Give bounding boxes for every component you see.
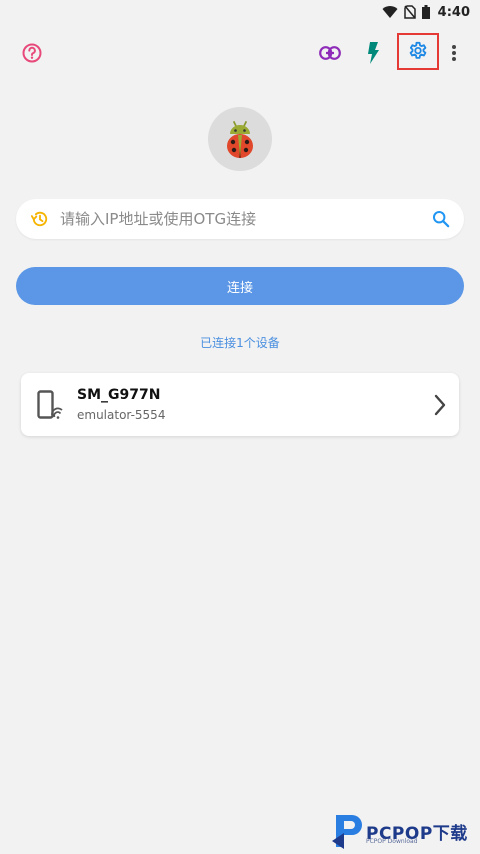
status-bar: 4:40 (0, 0, 480, 24)
more-button[interactable] (434, 33, 474, 73)
device-name: SM_G977N (77, 387, 161, 403)
connected-device-count: 已连接1个设备 (200, 336, 280, 350)
link-button[interactable] (310, 33, 350, 73)
chevron-right-icon (434, 394, 446, 416)
search-icon[interactable] (432, 210, 450, 228)
gear-icon (409, 41, 427, 59)
ip-address-input[interactable] (60, 210, 432, 228)
no-sim-icon (403, 5, 416, 19)
phone-wifi-icon (37, 390, 63, 419)
pcpop-logo-icon (332, 815, 362, 849)
ladybug-android-icon (227, 121, 253, 158)
more-vert-icon (452, 45, 456, 61)
device-list-item[interactable]: SM_G977N emulator-5554 (21, 373, 459, 436)
history-icon[interactable] (30, 209, 50, 229)
wifi-icon (382, 6, 398, 19)
watermark: PCPOP下载 PCPOP Download (330, 808, 480, 854)
watermark-subtitle: PCPOP Download (366, 838, 418, 845)
connect-button[interactable]: 连接 (16, 267, 464, 305)
help-circle-icon (22, 43, 42, 63)
search-box (16, 199, 464, 239)
help-button[interactable] (12, 33, 52, 73)
link-icon (319, 46, 341, 60)
flash-button[interactable] (353, 33, 393, 73)
device-serial: emulator-5554 (77, 408, 166, 422)
status-time: 4:40 (437, 4, 470, 20)
settings-button[interactable] (398, 32, 438, 72)
flash-icon (368, 42, 379, 64)
battery-icon (421, 5, 430, 19)
app-logo (208, 107, 272, 171)
